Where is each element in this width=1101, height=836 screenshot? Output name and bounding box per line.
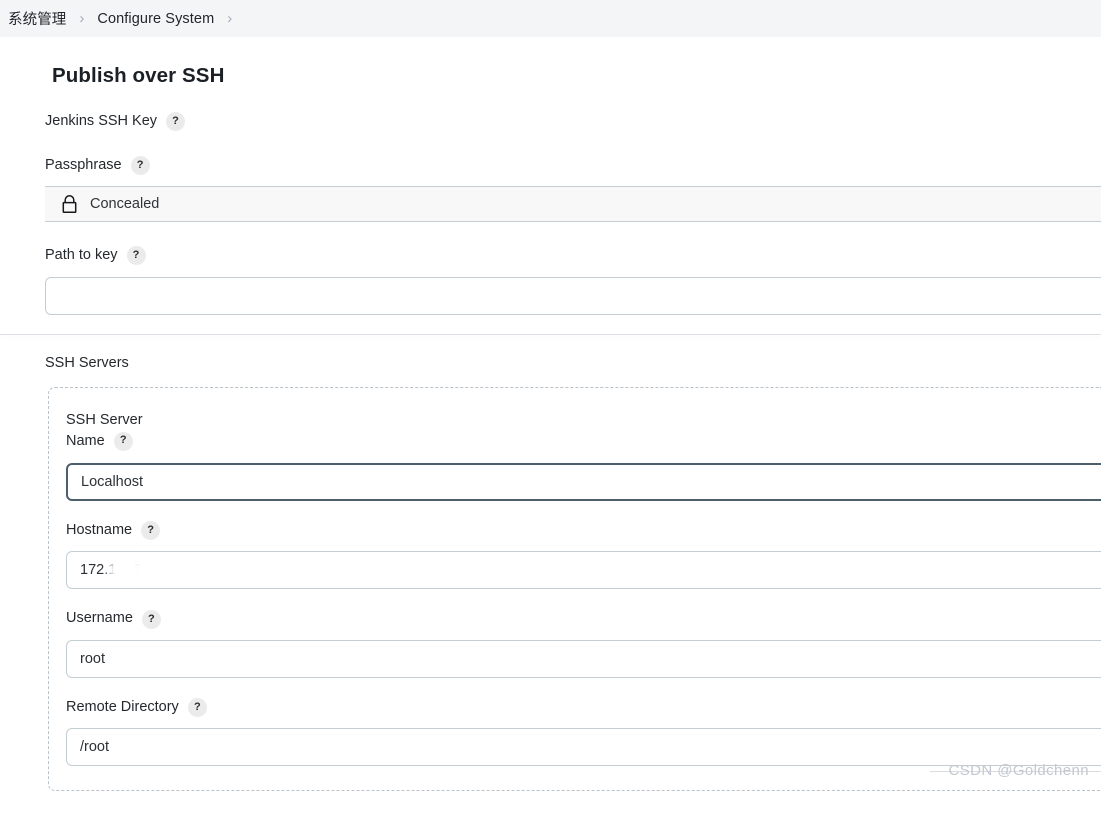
passphrase-secret-field[interactable]: Concealed — [45, 186, 1101, 223]
breadcrumb: 系统管理 › Configure System › — [0, 0, 1101, 37]
remote-directory-input[interactable] — [66, 728, 1101, 767]
hostname-label: Hostname — [66, 521, 133, 538]
path-to-key-label: Path to key — [45, 247, 118, 264]
ssh-servers-label: SSH Servers — [45, 354, 129, 371]
ssh-servers-section: SSH Servers SSH Server Name ? Hostname — [0, 335, 1101, 792]
help-icon[interactable]: ? — [141, 521, 161, 540]
page-title: Publish over SSH — [52, 64, 225, 87]
passphrase-value: Concealed — [90, 196, 160, 213]
ssh-server-heading: SSH Server — [66, 411, 143, 428]
jenkins-ssh-key-label: Jenkins SSH Key — [45, 113, 158, 129]
help-icon[interactable]: ? — [126, 246, 146, 266]
help-icon[interactable]: ? — [130, 155, 150, 175]
breadcrumb-item-configure-system[interactable]: Configure System — [97, 11, 214, 27]
field-jenkins-ssh-key: Jenkins SSH Key ? — [0, 112, 1101, 132]
help-icon[interactable]: ? — [166, 112, 186, 132]
field-username: Username ? — [66, 609, 1101, 678]
field-remote-directory: Remote Directory ? — [66, 698, 1101, 767]
ssh-server-entry: SSH Server Name ? Hostname ? — [48, 386, 1101, 792]
field-path-to-key: Path to key ? — [0, 246, 1101, 315]
publish-over-ssh-section: Publish over SSH Jenkins SSH Key ? Passp… — [0, 37, 1101, 315]
ssh-server-name-input[interactable] — [66, 462, 1101, 501]
field-passphrase: Passphrase ? Concealed — [0, 155, 1101, 223]
field-ssh-server-name: SSH Server Name ? — [66, 410, 1101, 501]
hostname-input[interactable] — [66, 551, 1101, 590]
username-label: Username — [66, 610, 133, 627]
help-icon[interactable]: ? — [141, 609, 161, 629]
chevron-right-icon-trailing: › — [227, 10, 233, 27]
lock-icon — [62, 194, 77, 213]
configure-system-page: Publish over SSH Jenkins SSH Key ? Passp… — [0, 37, 1101, 792]
help-icon[interactable]: ? — [187, 698, 207, 718]
chevron-right-icon: › — [79, 10, 85, 27]
field-hostname: Hostname ? — [66, 521, 1101, 590]
path-to-key-input[interactable] — [45, 276, 1101, 315]
breadcrumb-item-system-management[interactable]: 系统管理 — [8, 8, 66, 29]
username-input[interactable] — [66, 639, 1101, 678]
passphrase-label: Passphrase — [45, 156, 122, 173]
ssh-server-name-label: Name — [66, 432, 105, 449]
remote-directory-label: Remote Directory — [66, 698, 179, 715]
help-icon[interactable]: ? — [113, 431, 133, 451]
